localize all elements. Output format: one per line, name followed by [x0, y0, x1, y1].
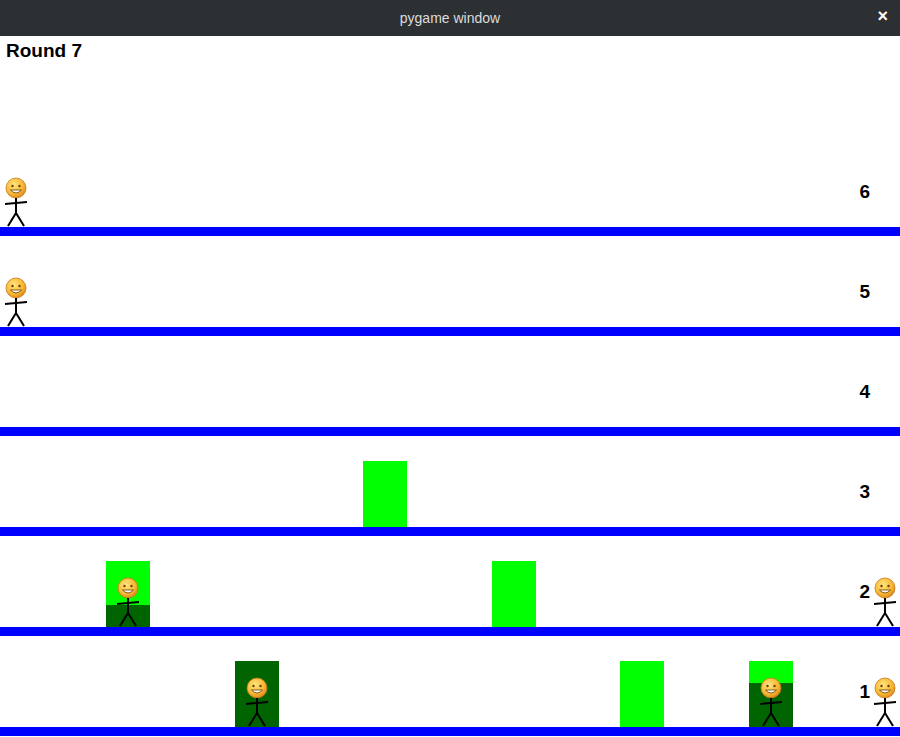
floor: 5 — [0, 236, 900, 336]
stick-figure-icon — [3, 277, 29, 327]
game-canvas: Round 7 6 5 4 3 2 1 — [0, 36, 900, 736]
round-label: Round 7 — [6, 40, 82, 61]
floor-space: 6 — [0, 136, 900, 227]
floor-number: 5 — [859, 282, 870, 301]
floor: 3 — [0, 436, 900, 536]
green-box — [235, 661, 279, 727]
floor: 1 — [0, 636, 900, 736]
stick-figure-icon — [872, 577, 898, 627]
green-box — [492, 561, 536, 627]
floor-bar — [0, 427, 900, 436]
pygame-window: pygame window × Round 7 6 5 4 3 2 1 — [0, 0, 900, 737]
green-box — [363, 461, 407, 527]
floor-bar — [0, 527, 900, 536]
floor-bar — [0, 727, 900, 736]
floor-number: 6 — [859, 182, 870, 201]
floor-number: 1 — [859, 682, 870, 701]
stick-figure-icon — [3, 177, 29, 227]
floor-space: 5 — [0, 236, 900, 327]
green-box — [749, 661, 793, 727]
floor-bar — [0, 227, 900, 236]
stick-figure-icon — [758, 677, 784, 727]
floor-number: 4 — [859, 382, 870, 401]
floor: 4 — [0, 336, 900, 436]
stick-figure-icon — [244, 677, 270, 727]
floor-bar — [0, 627, 900, 636]
floor-space: 4 — [0, 336, 900, 427]
floor-space: 3 — [0, 436, 900, 527]
green-box — [106, 561, 150, 627]
floor-number: 2 — [859, 582, 870, 601]
floor: 2 — [0, 536, 900, 636]
floor-number: 3 — [859, 482, 870, 501]
window-title: pygame window — [400, 8, 500, 29]
floor: 6 — [0, 136, 900, 236]
stick-figure-icon — [115, 577, 141, 627]
floor-space: 2 — [0, 536, 900, 627]
header-area: Round 7 — [0, 36, 900, 136]
title-bar: pygame window × — [0, 0, 900, 36]
floor-bar — [0, 327, 900, 336]
close-button[interactable]: × — [877, 7, 888, 25]
floor-space: 1 — [0, 636, 900, 727]
stick-figure-icon — [872, 677, 898, 727]
green-box — [620, 661, 664, 727]
